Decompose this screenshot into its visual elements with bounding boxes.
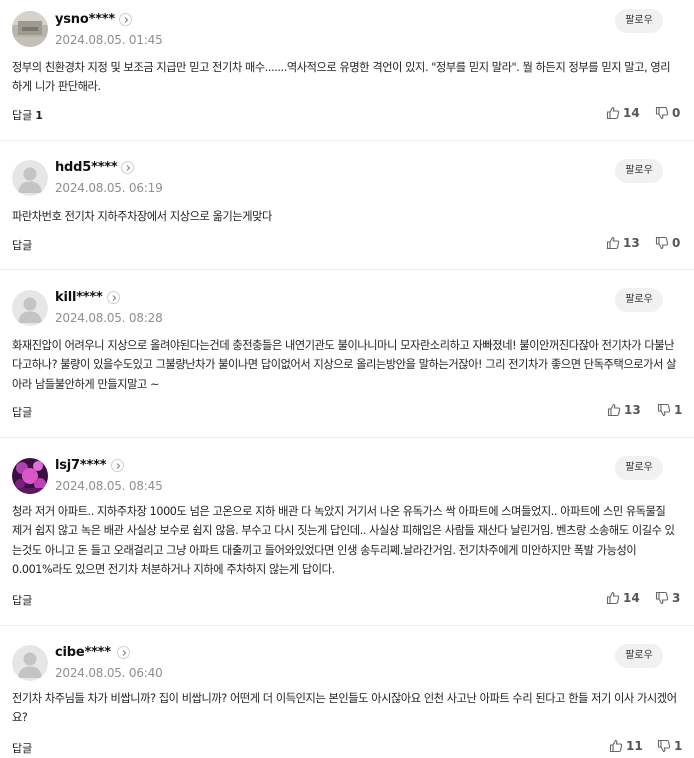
like-button[interactable]: 13 — [606, 236, 640, 250]
reply-label: 답글 — [12, 742, 33, 755]
reply-button[interactable]: 답글 — [12, 740, 35, 756]
reply-label: 답글 — [12, 239, 33, 252]
comment-item: cibe**** 2024.08.05. 06:40 팔로우 전기차 차주님들 … — [0, 626, 694, 758]
thumb-down-icon — [657, 403, 671, 417]
thumb-up-icon — [606, 591, 620, 605]
comment-item: lsj7**** 2024.08.05. 08:45 팔로우 청라 저거 아파트… — [0, 438, 694, 626]
reply-button[interactable]: 답글 — [12, 592, 35, 608]
chevron-right-icon[interactable] — [107, 291, 120, 304]
comment-item: ysno**** 2024.08.05. 01:45 팔로우 정부의 친환경차 … — [0, 0, 694, 141]
follow-button[interactable]: 팔로우 — [615, 159, 663, 183]
comment-list: ysno**** 2024.08.05. 01:45 팔로우 정부의 친환경차 … — [0, 0, 694, 758]
comment-item: kill**** 2024.08.05. 08:28 팔로우 화재진압이 어려우… — [0, 270, 694, 438]
reply-button[interactable]: 답글 — [12, 237, 35, 253]
follow-button[interactable]: 팔로우 — [615, 9, 663, 33]
follow-button[interactable]: 팔로우 — [615, 644, 663, 668]
chevron-right-icon[interactable] — [111, 459, 124, 472]
dislike-count: 1 — [674, 739, 683, 753]
thumb-down-icon — [655, 236, 669, 250]
avatar[interactable] — [12, 11, 48, 47]
chevron-right-icon[interactable] — [121, 161, 134, 174]
thumb-up-icon — [606, 236, 620, 250]
like-count: 11 — [626, 739, 643, 753]
avatar[interactable] — [12, 458, 48, 494]
like-button[interactable]: 14 — [606, 106, 640, 120]
dislike-count: 0 — [672, 106, 681, 120]
dislike-count: 0 — [672, 236, 681, 250]
comment-body: 전기차 차주님들 차가 비쌉니까? 집이 비쌉니까? 어떤게 더 이득인지는 본… — [12, 692, 677, 725]
like-count: 14 — [623, 106, 640, 120]
thumb-down-icon — [655, 106, 669, 120]
comment-date: 2024.08.05. 08:45 — [55, 479, 163, 493]
thumb-up-icon — [609, 739, 623, 753]
dislike-button[interactable]: 1 — [657, 403, 682, 417]
comment-date: 2024.08.05. 01:45 — [55, 33, 163, 47]
reply-button[interactable]: 답글 — [12, 404, 35, 420]
comment-body: 청라 저거 아파트.. 지하주차장 1000도 넘은 고온으로 지하 배관 다 … — [12, 505, 675, 577]
like-button[interactable]: 13 — [607, 403, 641, 417]
dislike-button[interactable]: 1 — [657, 739, 682, 753]
chevron-right-icon[interactable] — [119, 13, 132, 26]
dislike-count: 1 — [674, 403, 683, 417]
reply-label: 답글 — [12, 594, 33, 607]
comment-date: 2024.08.05. 08:28 — [55, 311, 163, 325]
nickname[interactable]: kill**** — [55, 290, 103, 305]
thumb-down-icon — [657, 739, 671, 753]
comment-item: hdd5**** 2024.08.05. 06:19 팔로우 파란차번호 전기차… — [0, 141, 694, 270]
avatar[interactable] — [12, 160, 48, 196]
nickname[interactable]: ysno**** — [55, 12, 115, 27]
dislike-button[interactable]: 3 — [655, 591, 680, 605]
nickname[interactable]: hdd5**** — [55, 160, 118, 175]
reply-label: 답글 — [12, 109, 33, 122]
dislike-button[interactable]: 0 — [655, 106, 680, 120]
like-count: 13 — [624, 403, 641, 417]
nickname[interactable]: lsj7**** — [55, 458, 106, 473]
like-button[interactable]: 11 — [609, 739, 643, 753]
comment-body: 화재진압이 어려우니 지상으로 올려야된다는건데 충전충들은 내연기관도 불이나… — [12, 339, 676, 391]
comment-body: 파란차번호 전기차 지하주차장에서 지상으로 옮기는게맞다 — [12, 210, 272, 223]
like-count: 13 — [623, 236, 640, 250]
like-button[interactable]: 14 — [606, 591, 640, 605]
thumb-down-icon — [655, 591, 669, 605]
reply-label: 답글 — [12, 406, 33, 419]
comment-date: 2024.08.05. 06:19 — [55, 181, 163, 195]
follow-button[interactable]: 팔로우 — [615, 456, 663, 480]
reply-count: 1 — [35, 109, 43, 122]
comment-body: 정부의 친환경차 지정 및 보조금 지급만 믿고 전기차 매수.......역사… — [12, 61, 671, 94]
thumb-up-icon — [607, 403, 621, 417]
avatar[interactable] — [12, 645, 48, 681]
chevron-right-icon[interactable] — [117, 646, 130, 659]
comment-date: 2024.08.05. 06:40 — [55, 666, 163, 680]
follow-button[interactable]: 팔로우 — [615, 288, 663, 312]
thumb-up-icon — [606, 106, 620, 120]
avatar[interactable] — [12, 290, 48, 326]
dislike-count: 3 — [672, 591, 681, 605]
nickname[interactable]: cibe**** — [55, 645, 111, 660]
like-count: 14 — [623, 591, 640, 605]
reply-button[interactable]: 답글 1 — [12, 107, 43, 123]
dislike-button[interactable]: 0 — [655, 236, 680, 250]
